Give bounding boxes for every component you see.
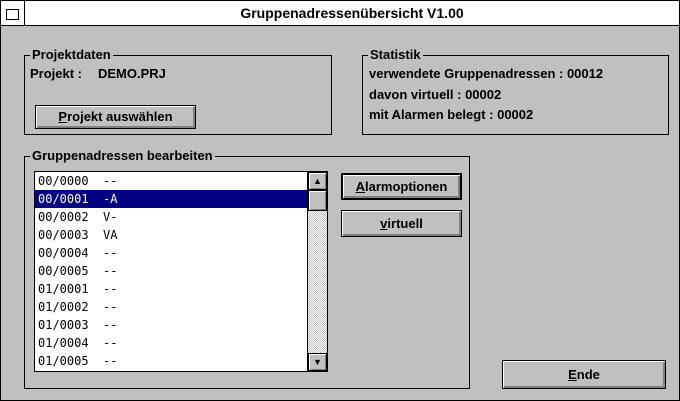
projekt-auswaehlen-label: rojekt auswählen (67, 109, 173, 124)
window-title: Gruppenadressenübersicht V1.00 (240, 5, 464, 21)
alarmoptionen-label: larmoptionen (365, 179, 448, 194)
title-bar[interactable]: Gruppenadressenübersicht V1.00 (1, 1, 679, 26)
main-window: Gruppenadressenübersicht V1.00 Projektda… (0, 0, 680, 401)
alarmoptionen-button[interactable]: Alarmoptionen (341, 173, 462, 200)
stat-virtual: davon virtuell : 00002 (369, 87, 502, 102)
list-item[interactable]: 00/0000 -- (35, 172, 308, 190)
list-item[interactable]: 01/0003 -- (35, 316, 308, 334)
virtuell-button[interactable]: virtuell (341, 210, 462, 237)
arrow-down-icon: ▼ (313, 357, 322, 367)
list-item[interactable]: 00/0003 VA (35, 226, 308, 244)
scroll-up-button[interactable]: ▲ (308, 172, 327, 190)
statistik-group-label: Statistik (368, 47, 423, 63)
scroll-track[interactable] (308, 211, 327, 353)
scroll-thumb[interactable] (308, 190, 327, 211)
arrow-up-icon: ▲ (313, 176, 322, 186)
system-menu-button[interactable] (1, 1, 25, 25)
projekt-value: DEMO.PRJ (98, 66, 166, 81)
stat-used-addresses: verwendete Gruppenadressen : 00012 (369, 66, 604, 81)
alarmoptionen-mnemonic: A (355, 179, 366, 194)
list-item[interactable]: 01/0004 -- (35, 334, 308, 352)
projekt-auswaehlen-mnemonic: P (58, 109, 68, 124)
projekt-label: Projekt : (30, 66, 83, 81)
list-item[interactable]: 00/0001 -A (35, 190, 308, 208)
list-item[interactable]: 01/0002 -- (35, 298, 308, 316)
listbox-scrollbar[interactable]: ▲ ▼ (307, 172, 327, 371)
edit-group-label: Gruppenadressen bearbeiten (30, 148, 215, 164)
system-menu-icon (6, 9, 19, 20)
ende-mnemonic: E (568, 367, 577, 382)
list-item[interactable]: 01/0005 -- (35, 352, 308, 370)
stat-alarms: mit Alarmen belegt : 00002 (369, 107, 534, 122)
group-address-listbox[interactable]: 00/0000 -- 00/0001 -A 00/0002 V- 00/0003 VA… (34, 171, 328, 372)
group-address-list: 00/0000 -- 00/0001 -A 00/0002 V- 00/0003 VA… (35, 172, 308, 370)
list-item[interactable]: 00/0002 V- (35, 208, 308, 226)
projektdaten-group-label: Projektdaten (30, 47, 113, 63)
statistik-group: Statistik verwendete Gruppenadressen : 0… (362, 47, 669, 135)
virtuell-label: irtuell (387, 216, 423, 231)
list-item[interactable]: 00/0005 -- (35, 262, 308, 280)
ende-button[interactable]: Ende (502, 360, 666, 389)
scroll-down-button[interactable]: ▼ (308, 353, 327, 371)
projekt-auswaehlen-button[interactable]: Projekt auswählen (35, 105, 196, 129)
ende-label: nde (576, 367, 600, 382)
list-item[interactable]: 01/0001 -- (35, 280, 308, 298)
list-item[interactable]: 00/0004 -- (35, 244, 308, 262)
